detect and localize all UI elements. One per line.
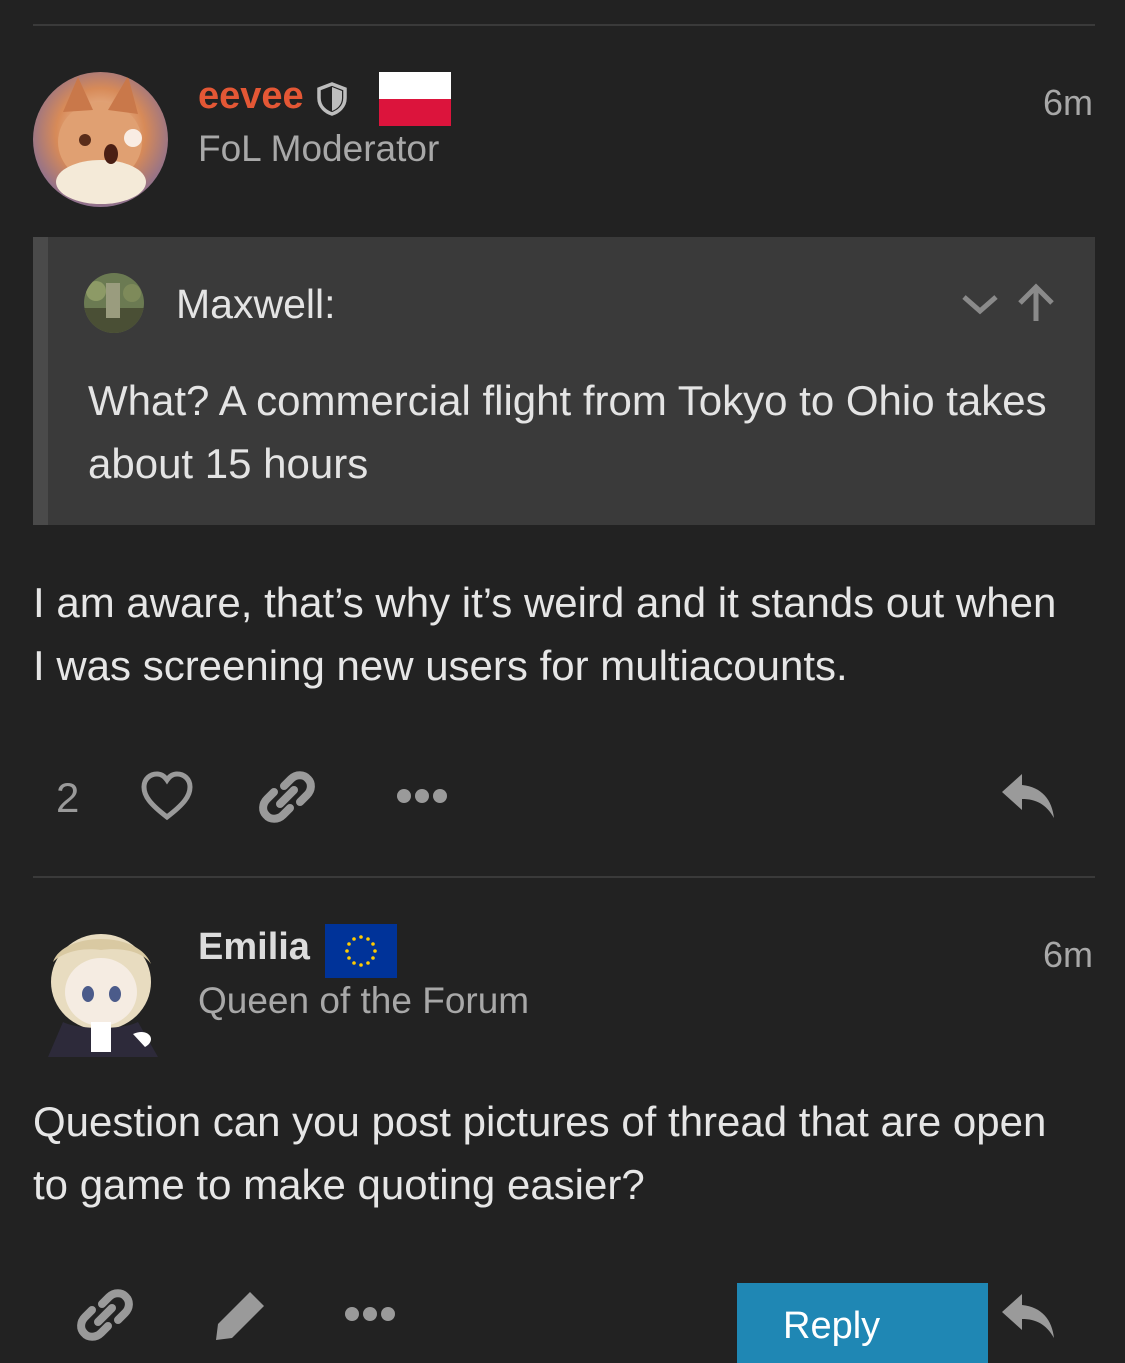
more-icon[interactable]	[344, 1304, 396, 1329]
link-icon[interactable]	[76, 1286, 134, 1349]
reply-button[interactable]: Reply	[737, 1283, 988, 1363]
arrow-up-icon[interactable]	[1014, 281, 1058, 325]
reply-button-label: Reply	[783, 1305, 881, 1347]
quote-block: Maxwell: What? A commercial flight from …	[33, 237, 1095, 525]
post-time[interactable]: 6m	[1043, 82, 1093, 124]
chevron-down-icon[interactable]	[958, 281, 1002, 325]
user-title: FoL Moderator	[198, 128, 440, 169]
like-count[interactable]: 2	[56, 774, 79, 822]
edit-icon[interactable]	[212, 1288, 268, 1349]
username[interactable]: eevee	[198, 75, 304, 118]
heart-icon[interactable]	[140, 770, 194, 827]
quote-text: What? A commercial flight from Tokyo to …	[88, 377, 1047, 487]
avatar-emilia[interactable]	[33, 922, 168, 1057]
username[interactable]: Emilia	[198, 926, 310, 969]
post-divider	[33, 876, 1095, 878]
link-icon[interactable]	[258, 768, 316, 831]
quote-avatar[interactable]	[84, 273, 144, 333]
avatar-eevee[interactable]	[33, 72, 168, 207]
post-body: I am aware, that’s why it’s weird and it…	[33, 579, 1057, 689]
post-body: Question can you post pictures of thread…	[33, 1098, 1047, 1208]
shield-icon	[316, 82, 348, 121]
post-time[interactable]: 6m	[1043, 934, 1093, 976]
more-icon[interactable]	[396, 786, 448, 811]
eu-flag	[325, 924, 397, 978]
poland-flag	[379, 72, 451, 126]
quote-author: Maxwell:	[176, 281, 336, 327]
user-title: Queen of the Forum	[198, 980, 530, 1021]
reply-icon[interactable]	[1000, 772, 1056, 825]
top-divider	[33, 24, 1095, 26]
reply-icon[interactable]	[1000, 1292, 1056, 1345]
